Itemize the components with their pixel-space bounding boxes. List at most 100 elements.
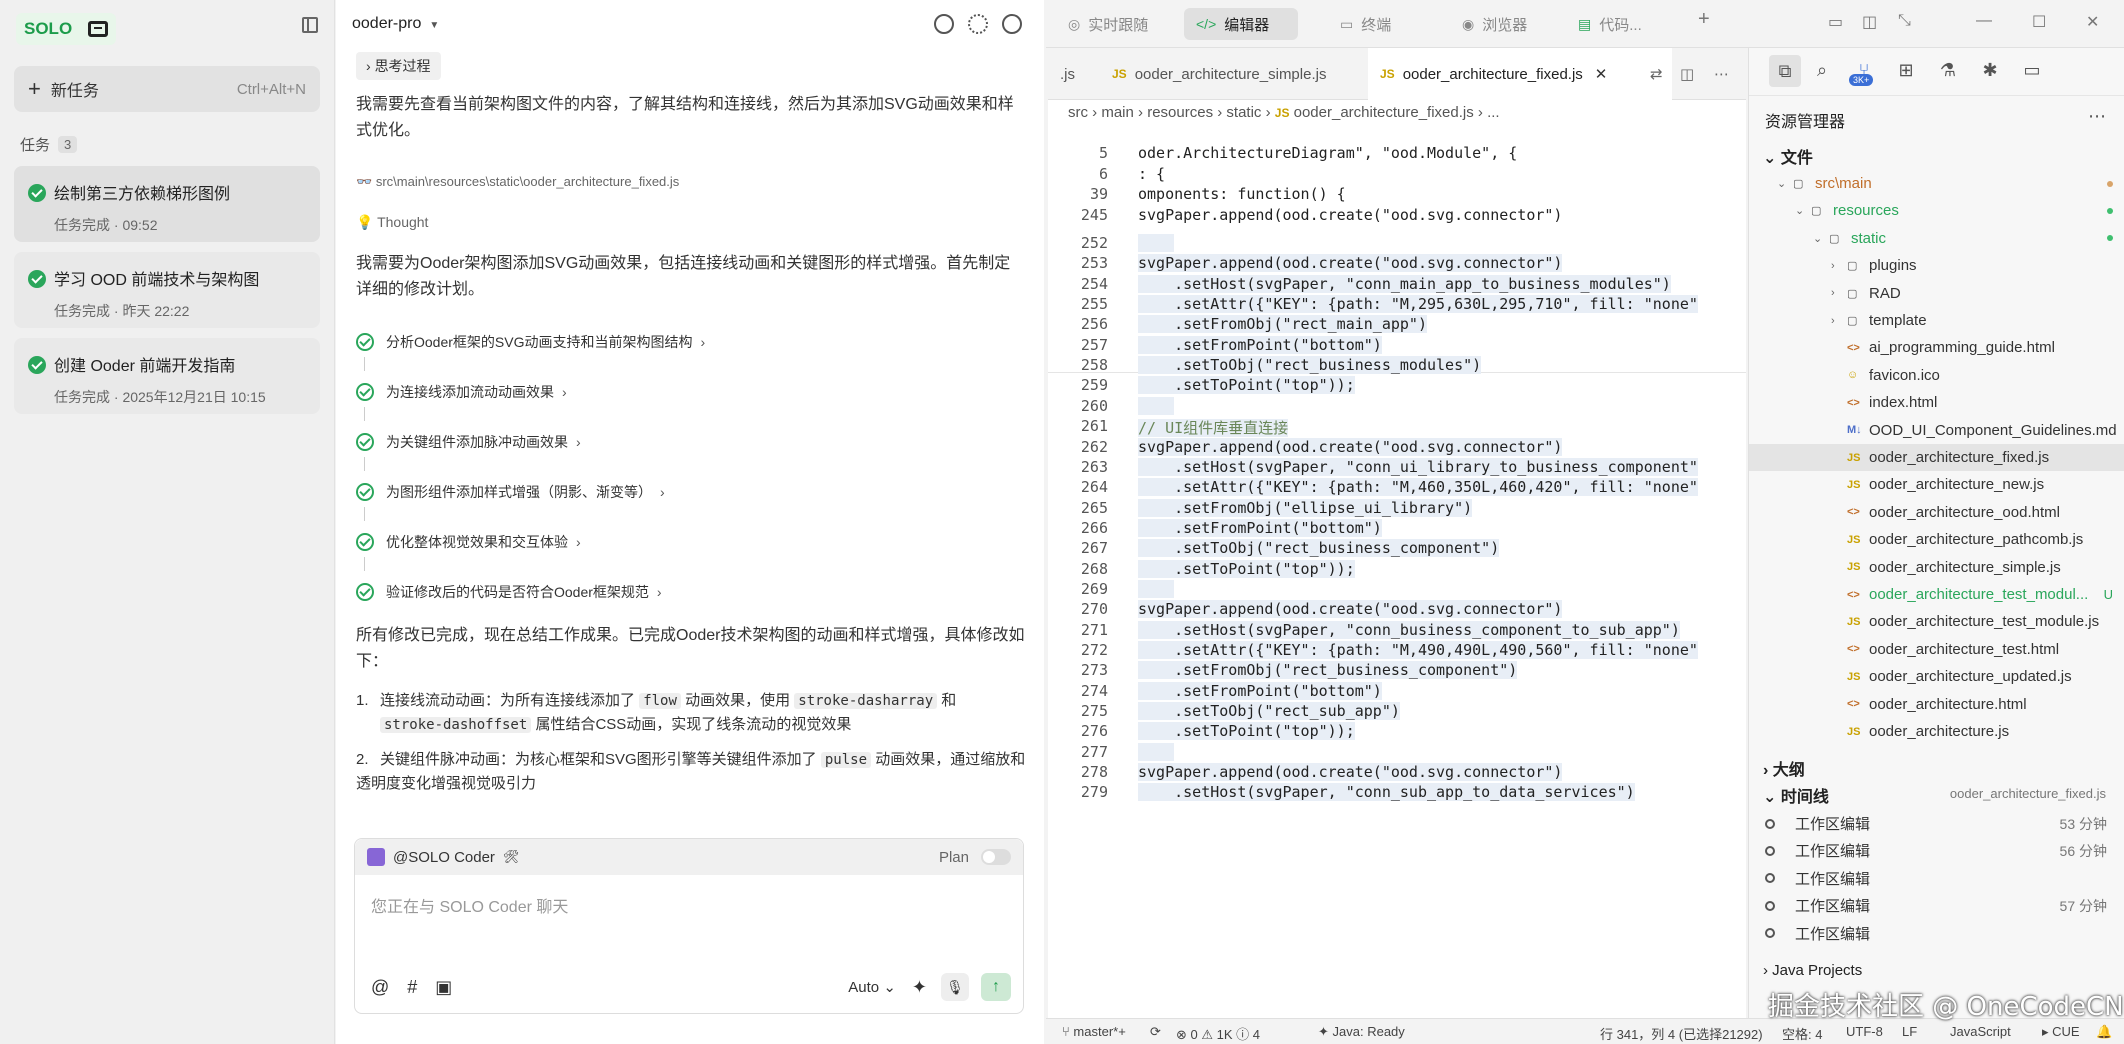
- tree-folder[interactable]: › ▢ RAD: [1749, 280, 2124, 307]
- code-line[interactable]: .setToObj("rect_sub_app"): [1138, 702, 1400, 721]
- outline-section-header[interactable]: › 大纲: [1763, 756, 1805, 780]
- timeline-entry[interactable]: 工作区编辑: [1749, 865, 2124, 892]
- cursor-position[interactable]: 行 341，列 4 (已选择21292): [1600, 1024, 1763, 1043]
- microphone-button[interactable]: 🎙: [941, 973, 969, 1001]
- tree-folder[interactable]: › ▢ plugins: [1749, 252, 2124, 279]
- plan-step[interactable]: 分析Ooder框架的SVG动画支持和当前架构图结构 ›: [356, 331, 705, 353]
- remote-icon[interactable]: ▭: [2021, 60, 2043, 82]
- plan-step[interactable]: 为连接线添加流动动画效果 ›: [356, 381, 567, 403]
- code-line[interactable]: [1138, 396, 1175, 415]
- code-line[interactable]: .setHost(svgPaper, "conn_main_app_to_bus…: [1138, 274, 1671, 293]
- tree-file[interactable]: <> ooder_architecture_ood.html: [1749, 499, 2124, 526]
- code-tab-button[interactable]: ▤ 代码...: [1566, 8, 1686, 40]
- code-line[interactable]: [1138, 234, 1175, 252]
- breadcrumb-item[interactable]: ooder_architecture_fixed.js: [1294, 104, 1474, 121]
- search-icon[interactable]: ⌕: [1811, 60, 1833, 82]
- task-item[interactable]: 创建 Ooder 前端开发指南 任务完成 · 2025年12月21日 10:15: [14, 338, 320, 414]
- code-line[interactable]: .setToPoint("top"));: [1138, 559, 1355, 578]
- tree-file[interactable]: <> ooder_architecture_test_modul... U: [1749, 581, 2124, 608]
- tree-folder[interactable]: ⌄ ▢ static: [1749, 225, 2124, 252]
- code-line[interactable]: .setFromPoint("bottom"): [1138, 335, 1382, 354]
- send-button[interactable]: ↑: [981, 973, 1011, 1001]
- maximize-icon[interactable]: ☐: [2032, 12, 2046, 32]
- plan-step[interactable]: 为图形组件添加样式增强（阴影、渐变等） ›: [356, 481, 665, 503]
- editor-tab-button[interactable]: </> 编辑器: [1184, 8, 1298, 40]
- tree-file[interactable]: JS ooder_architecture_updated.js: [1749, 663, 2124, 690]
- branch-indicator[interactable]: ⑂ master*+: [1062, 1024, 1126, 1039]
- breadcrumb-item[interactable]: resources: [1147, 104, 1213, 121]
- extensions-icon[interactable]: ⊞: [1895, 60, 1917, 82]
- code-area[interactable]: 5 oder.ArchitectureDiagram", "ood.Module"…: [1048, 134, 1746, 1014]
- code-line[interactable]: .setToObj("rect_business_component"): [1138, 539, 1500, 558]
- files-icon[interactable]: ⧉: [1769, 55, 1801, 87]
- tree-folder[interactable]: ⌄ ▢ src\main: [1749, 170, 2124, 197]
- code-line[interactable]: .setHost(svgPaper, "conn_sub_app_to_data…: [1138, 783, 1635, 802]
- code-line[interactable]: .setHost(svgPaper, "conn_ui_library_to_b…: [1138, 457, 1698, 476]
- split-view-icon[interactable]: ◫: [1862, 12, 1877, 32]
- timeline-entry[interactable]: 工作区编辑 53 分钟: [1749, 810, 2124, 837]
- more-icon[interactable]: ⋯: [2088, 106, 2106, 127]
- sync-icon[interactable]: ⟳: [1150, 1024, 1161, 1040]
- problems-indicator[interactable]: ⊗ 0 ⚠ 1K ⓘ 4: [1176, 1024, 1260, 1043]
- code-line[interactable]: svgPaper.append(ood.create("ood.svg.conn…: [1138, 206, 1562, 224]
- project-selector[interactable]: ooder-pro ▼: [352, 15, 439, 33]
- code-line[interactable]: .setHost(svgPaper, "conn_business_compon…: [1138, 620, 1680, 639]
- code-line[interactable]: .setFromObj("ellipse_ui_library"): [1138, 498, 1473, 517]
- encoding[interactable]: UTF-8: [1846, 1024, 1883, 1039]
- code-line[interactable]: .setToPoint("top"));: [1138, 376, 1355, 395]
- more-actions-icon[interactable]: ⋯: [1702, 48, 1746, 100]
- tree-file[interactable]: JS ooder_architecture.js: [1749, 718, 2124, 745]
- testing-flask-icon[interactable]: ⚗: [1937, 60, 1959, 82]
- notifications-bell-icon[interactable]: 🔔: [2096, 1024, 2112, 1040]
- tree-file[interactable]: ☺ favicon.ico: [1749, 362, 2124, 389]
- live-follow-button[interactable]: ◎ 实时跟随: [1056, 8, 1160, 40]
- plan-step[interactable]: 验证修改后的代码是否符合Ooder框架规范 ›: [356, 581, 662, 603]
- tree-file[interactable]: <> index.html: [1749, 389, 2124, 416]
- new-task-button[interactable]: + 新任务 Ctrl+Alt+N: [14, 66, 320, 112]
- tree-folder[interactable]: ⌄ ▢ resources: [1749, 197, 2124, 224]
- code-line[interactable]: svgPaper.append(ood.create("ood.svg.conn…: [1138, 763, 1563, 782]
- sparkle-icon[interactable]: ✦: [912, 977, 927, 998]
- hash-icon[interactable]: #: [407, 977, 417, 998]
- editor-tab-active[interactable]: JS ooder_architecture_fixed.js ✕: [1368, 48, 1672, 100]
- at-mention-icon[interactable]: @: [371, 977, 389, 998]
- code-line[interactable]: // UI组件库垂直连接: [1138, 417, 1289, 438]
- breadcrumb-item[interactable]: src: [1068, 104, 1088, 121]
- terminal-tab-button[interactable]: ▭ 终端: [1328, 8, 1434, 40]
- code-line[interactable]: .setFromPoint("bottom"): [1138, 681, 1382, 700]
- code-line[interactable]: .setFromObj("rect_business_component"): [1138, 661, 1518, 680]
- code-line[interactable]: svgPaper.append(ood.create("ood.svg.conn…: [1138, 437, 1563, 456]
- code-line[interactable]: .setAttr({"KEY": {path: "M,490,490L,490,…: [1138, 641, 1698, 659]
- cue-indicator[interactable]: ▸ CUE: [2042, 1024, 2080, 1040]
- end-of-line[interactable]: LF: [1902, 1024, 1917, 1039]
- breadcrumb-item[interactable]: main: [1101, 104, 1134, 121]
- plan-step[interactable]: 为关键组件添加脉冲动画效果 ›: [356, 431, 581, 453]
- timeline-entry[interactable]: 工作区编辑 56 分钟: [1749, 837, 2124, 864]
- plan-switch[interactable]: [981, 849, 1011, 865]
- plan-step[interactable]: 优化整体视觉效果和交互体验 ›: [356, 531, 581, 553]
- debug-icon[interactable]: ✱: [1979, 60, 2001, 82]
- browser-tab-button[interactable]: ◉ 浏览器: [1450, 8, 1578, 40]
- settings-gear-icon[interactable]: [968, 14, 988, 34]
- chat-input[interactable]: 您正在与 SOLO Coder 聊天: [371, 893, 568, 917]
- tree-file[interactable]: JS ooder_architecture_fixed.js: [1749, 444, 2124, 471]
- tree-file[interactable]: M↓ OOD_UI_Component_Guidelines.md: [1749, 417, 2124, 444]
- indentation[interactable]: 空格: 4: [1782, 1024, 1822, 1043]
- editor-tab[interactable]: .js: [1048, 48, 1098, 100]
- tree-file[interactable]: JS ooder_architecture_simple.js: [1749, 554, 2124, 581]
- timeline-section-header[interactable]: ⌄ 时间线: [1763, 783, 1829, 807]
- thinking-toggle[interactable]: › 思考过程: [356, 52, 441, 80]
- tree-file[interactable]: JS ooder_architecture_pathcomb.js: [1749, 526, 2124, 553]
- tree-folder[interactable]: › ▢ template: [1749, 307, 2124, 334]
- breadcrumb-item[interactable]: ...: [1487, 104, 1500, 121]
- code-line[interactable]: .setFromObj("rect_main_app"): [1138, 315, 1427, 334]
- java-projects-header[interactable]: › Java Projects: [1763, 962, 1862, 979]
- new-chat-icon[interactable]: [934, 14, 954, 34]
- close-tab-icon[interactable]: ✕: [1595, 65, 1608, 83]
- code-line[interactable]: svgPaper.append(ood.create("ood.svg.conn…: [1138, 254, 1563, 273]
- account-icon[interactable]: [1002, 14, 1022, 34]
- task-item[interactable]: 学习 OOD 前端技术与架构图 任务完成 · 昨天 22:22: [14, 252, 320, 328]
- code-line[interactable]: .setAttr({"KEY": {path: "M,460,350L,460,…: [1138, 478, 1698, 497]
- code-line[interactable]: [1138, 742, 1175, 761]
- plan-toggle[interactable]: Plan: [939, 849, 1011, 866]
